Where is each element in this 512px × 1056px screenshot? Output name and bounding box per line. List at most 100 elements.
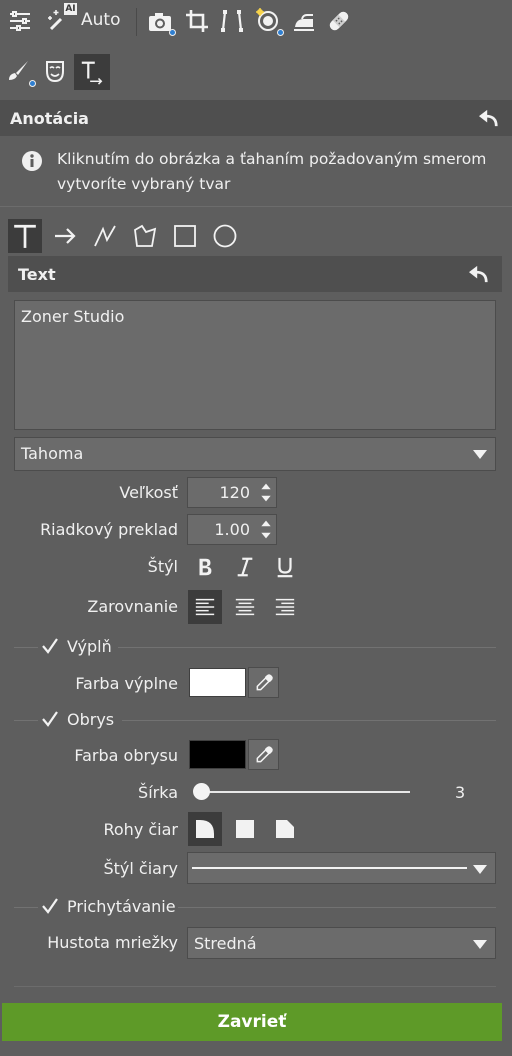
text-input-area[interactable]: Zoner Studio xyxy=(14,300,496,430)
arrow-shape-button[interactable] xyxy=(48,219,82,253)
width-value: 3 xyxy=(455,783,466,802)
annotation-header: Anotácia xyxy=(0,100,512,136)
fill-color-label: Farba výplne xyxy=(75,674,178,693)
healing-icon[interactable] xyxy=(254,7,280,33)
width-slider-track[interactable] xyxy=(194,791,410,793)
fill-divider-left xyxy=(14,647,38,648)
size-spinner-icon[interactable] xyxy=(256,478,276,507)
corner-miter-icon xyxy=(236,820,254,838)
line-style-dropdown[interactable] xyxy=(187,852,496,884)
text-tool-icon xyxy=(81,61,103,85)
text-shape-icon xyxy=(14,224,36,248)
polygon-shape-icon xyxy=(134,224,157,247)
brush-icon[interactable] xyxy=(5,58,31,84)
outline-divider-right xyxy=(122,720,496,721)
grid-density-dropdown[interactable]: Stredná xyxy=(187,927,496,959)
corner-bevel-button[interactable] xyxy=(268,812,302,846)
mask-icon[interactable] xyxy=(42,58,68,84)
chevron-down-icon xyxy=(473,940,487,949)
italic-button[interactable] xyxy=(228,550,262,584)
chevron-down-icon xyxy=(473,450,487,459)
text-reset-icon[interactable] xyxy=(468,264,490,284)
text-input-value: Zoner Studio xyxy=(21,307,125,326)
grid-density-label: Hustota mriežky xyxy=(47,933,178,952)
fill-checkbox-label: Výplň xyxy=(67,637,112,656)
bold-button[interactable] xyxy=(188,550,222,584)
text-section-header: Text xyxy=(8,256,502,292)
polygon-shape-button[interactable] xyxy=(128,219,162,253)
align-right-button[interactable] xyxy=(268,590,302,624)
fill-checkbox[interactable] xyxy=(40,636,60,656)
size-label: Veľkosť xyxy=(119,483,178,502)
width-slider-handle[interactable] xyxy=(193,783,210,800)
align-center-icon xyxy=(235,598,255,616)
size-input[interactable]: 120 xyxy=(187,477,277,508)
width-label: Šírka xyxy=(138,783,178,802)
arrow-shape-icon xyxy=(55,228,76,244)
outline-eyedropper-button[interactable] xyxy=(248,739,279,770)
perspective-icon[interactable] xyxy=(219,8,245,34)
corner-round-button[interactable] xyxy=(188,812,222,846)
polyline-shape-icon xyxy=(94,225,116,247)
line-style-preview xyxy=(192,867,467,869)
bold-icon xyxy=(199,558,212,576)
settings-sliders-icon[interactable] xyxy=(7,8,33,34)
rectangle-shape-button[interactable] xyxy=(168,219,202,253)
fill-divider-right xyxy=(118,647,496,648)
corner-round-icon xyxy=(196,820,214,838)
italic-icon xyxy=(237,557,253,577)
toolbar-separator xyxy=(136,8,137,36)
info-icon xyxy=(22,151,42,171)
snapping-divider-left xyxy=(14,907,38,908)
ellipse-shape-button[interactable] xyxy=(208,219,242,253)
align-center-button[interactable] xyxy=(228,590,262,624)
line-style-label: Štýl čiary xyxy=(103,859,178,878)
outline-color-label: Farba obrysu xyxy=(74,746,178,765)
crop-icon[interactable] xyxy=(184,8,210,34)
align-right-icon xyxy=(275,598,295,616)
iron-icon[interactable] xyxy=(291,9,317,35)
healing-indicator-dot xyxy=(277,29,284,36)
bandage-icon[interactable] xyxy=(326,8,352,34)
snapping-checkbox-label: Prichytávanie xyxy=(67,897,176,916)
corners-label: Rohy čiar xyxy=(103,820,178,839)
size-value: 120 xyxy=(219,483,250,502)
font-dropdown[interactable]: Tahoma xyxy=(14,437,496,471)
text-section-title: Text xyxy=(18,264,56,284)
rectangle-shape-icon xyxy=(174,225,196,247)
line-spacing-spinner-icon[interactable] xyxy=(256,515,276,544)
camera-indicator-dot xyxy=(169,29,176,36)
outline-checkbox-label: Obrys xyxy=(67,710,115,729)
info-divider xyxy=(0,206,512,207)
text-shape-button[interactable] xyxy=(8,219,42,253)
line-spacing-input[interactable]: 1.00 xyxy=(187,514,277,545)
info-text: Kliknutím do obrázka a ťahaním požadovan… xyxy=(57,150,487,193)
corner-miter-button[interactable] xyxy=(228,812,262,846)
snapping-checkbox[interactable] xyxy=(40,896,60,916)
eyedropper-icon xyxy=(256,673,273,690)
underline-button[interactable] xyxy=(268,550,302,584)
alignment-label: Zarovnanie xyxy=(87,597,178,616)
outline-checkbox[interactable] xyxy=(40,709,60,729)
outline-color-swatch[interactable] xyxy=(189,740,246,769)
style-label: Štýl xyxy=(147,557,178,576)
polyline-shape-button[interactable] xyxy=(88,219,122,253)
fill-color-swatch[interactable] xyxy=(189,668,246,697)
font-dropdown-value: Tahoma xyxy=(21,444,84,463)
bottom-divider xyxy=(14,986,496,987)
ellipse-shape-icon xyxy=(213,224,237,248)
fill-eyedropper-button[interactable] xyxy=(248,667,279,698)
close-button[interactable]: Zavrieť xyxy=(2,1003,502,1041)
eyedropper-icon xyxy=(256,745,273,762)
brush-indicator-dot xyxy=(29,80,36,87)
line-spacing-value: 1.00 xyxy=(214,520,250,539)
annotation-title: Anotácia xyxy=(10,108,89,128)
close-button-label: Zavrieť xyxy=(217,1012,287,1032)
align-left-icon xyxy=(195,598,215,616)
auto-button[interactable]: Auto xyxy=(81,10,120,30)
chevron-down-icon xyxy=(473,865,487,874)
align-left-button[interactable] xyxy=(188,590,222,624)
line-spacing-label: Riadkový preklad xyxy=(40,520,178,539)
text-tool-button[interactable] xyxy=(74,54,110,90)
annotation-reset-icon[interactable] xyxy=(478,108,500,128)
